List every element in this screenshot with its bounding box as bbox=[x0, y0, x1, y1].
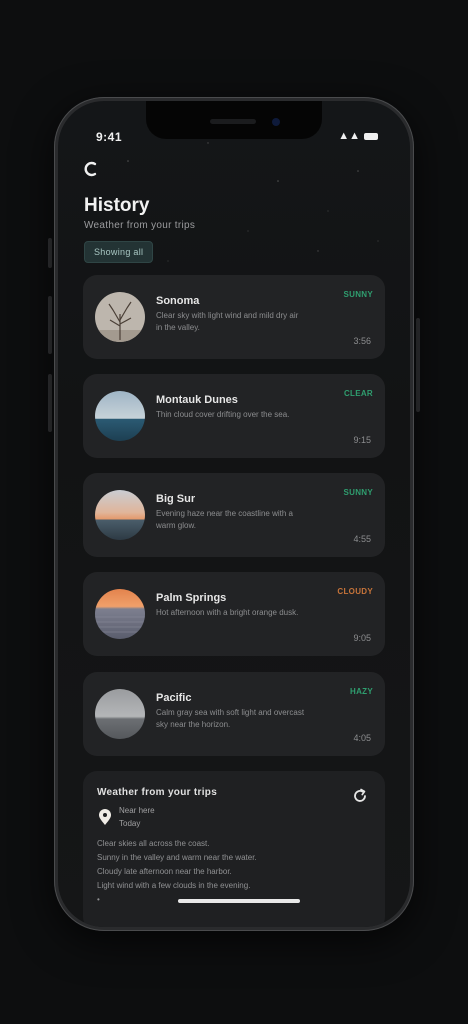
power-button bbox=[416, 318, 420, 412]
page-title: History bbox=[84, 195, 150, 216]
weather-line: Sunny in the valley and warm near the wa… bbox=[97, 853, 257, 862]
volume-up-button bbox=[48, 296, 52, 354]
weather-line: Clear skies all across the coast. bbox=[97, 839, 210, 848]
location-label: Near here bbox=[119, 806, 155, 815]
back-chevron-icon[interactable] bbox=[82, 159, 102, 179]
front-camera bbox=[272, 118, 280, 126]
weather-card-footer: • bbox=[97, 895, 100, 904]
card-description: Calm gray sea with soft light and overca… bbox=[156, 708, 305, 729]
card-title: Pacific bbox=[156, 692, 192, 704]
card-description: Clear sky with light wind and mild dry a… bbox=[156, 311, 299, 332]
card-description: Hot afternoon with a bright orange dusk. bbox=[156, 608, 299, 617]
trip-thumbnail bbox=[95, 689, 145, 739]
card-title: Palm Springs bbox=[156, 592, 227, 604]
weather-tag: SUNNY bbox=[343, 488, 373, 497]
card-time: 4:05 bbox=[353, 733, 371, 743]
location-sublabel: Today bbox=[119, 819, 141, 828]
card-description: Evening haze near the coastline with a w… bbox=[156, 509, 293, 530]
trip-thumbnail bbox=[95, 589, 145, 639]
volume-down-button bbox=[48, 374, 52, 432]
card-time: 3:56 bbox=[353, 336, 371, 346]
history-card[interactable]: Sonoma Clear sky with light wind and mil… bbox=[83, 275, 385, 359]
weather-line: Light wind with a few clouds in the even… bbox=[97, 881, 251, 890]
card-time: 4:55 bbox=[353, 534, 371, 544]
status-indicators: ▲▲ bbox=[338, 130, 378, 142]
silent-switch bbox=[48, 238, 52, 268]
history-card[interactable]: Big Sur Evening haze near the coastline … bbox=[83, 473, 385, 557]
phone-screen: 9:41 ▲▲ History Weather from your trips … bbox=[58, 101, 410, 927]
weather-tag: CLOUDY bbox=[337, 587, 373, 596]
card-time: 9:05 bbox=[353, 633, 371, 643]
history-card[interactable]: Pacific Calm gray sea with soft light an… bbox=[83, 672, 385, 756]
card-time: 9:15 bbox=[353, 435, 371, 445]
weather-line: Cloudy late afternoon near the harbor. bbox=[97, 867, 232, 876]
card-title: Montauk Dunes bbox=[156, 394, 238, 406]
home-indicator[interactable] bbox=[178, 899, 300, 903]
signal-icon: ▲▲ bbox=[338, 130, 360, 142]
weather-summary-card: Weather from your trips Near here Today … bbox=[83, 771, 385, 927]
weather-tag: HAZY bbox=[350, 687, 373, 696]
history-card[interactable]: Montauk Dunes Thin cloud cover drifting … bbox=[83, 374, 385, 458]
notch bbox=[146, 101, 322, 139]
card-description: Thin cloud cover drifting over the sea. bbox=[156, 410, 290, 419]
trip-thumbnail bbox=[95, 490, 145, 540]
battery-icon bbox=[364, 132, 378, 140]
page-subtitle: Weather from your trips bbox=[84, 220, 196, 231]
trip-thumbnail bbox=[95, 292, 145, 342]
weather-tag: CLEAR bbox=[343, 389, 373, 398]
trip-thumbnail bbox=[95, 391, 145, 441]
card-title: Sonoma bbox=[156, 295, 200, 307]
weather-card-title: Weather from your trips bbox=[97, 787, 218, 798]
phone-frame: 9:41 ▲▲ History Weather from your trips … bbox=[54, 97, 414, 931]
earpiece-speaker bbox=[210, 119, 256, 124]
history-card[interactable]: Palm Springs Hot afternoon with a bright… bbox=[83, 572, 385, 656]
refresh-icon[interactable] bbox=[351, 787, 369, 805]
filter-chip[interactable]: Showing all bbox=[84, 241, 154, 263]
location-pin-icon bbox=[99, 809, 111, 825]
card-title: Big Sur bbox=[156, 493, 196, 505]
weather-tag: SUNNY bbox=[343, 290, 373, 299]
status-time: 9:41 bbox=[96, 130, 123, 144]
